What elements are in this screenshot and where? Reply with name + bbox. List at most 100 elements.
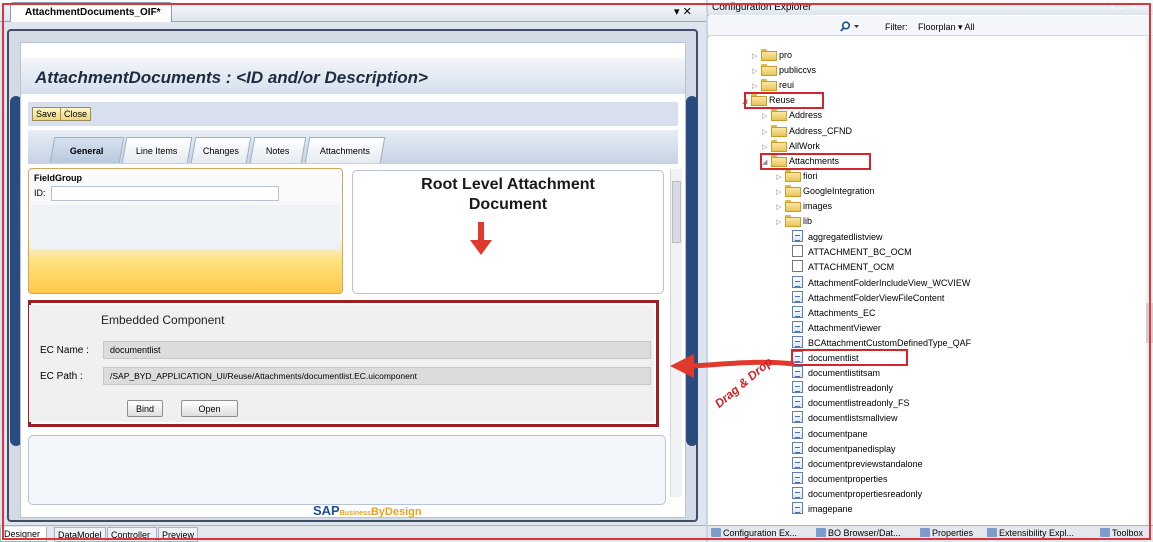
tab-label: Toolbox: [1112, 528, 1144, 538]
expand-icon[interactable]: ▷: [762, 128, 771, 136]
tree-item[interactable]: ATTACHMENT_BC_OCM: [792, 245, 912, 260]
canvas-scrollbar-thumb[interactable]: [672, 181, 681, 243]
folder-icon: [771, 124, 787, 137]
sap-logo-bydesign: ByDesign: [370, 506, 422, 518]
folder-icon: [785, 184, 801, 197]
drag-arrow-icon: [670, 354, 795, 378]
tab-preview[interactable]: Preview: [158, 527, 198, 542]
expand-icon[interactable]: ▷: [776, 203, 785, 211]
tree-item[interactable]: documentlistitsam: [792, 366, 880, 381]
file-icon: [792, 471, 803, 484]
tree-item[interactable]: documentpropertiesreadonly: [792, 486, 922, 502]
tab-label: BO Browser/Dat...: [828, 528, 901, 538]
tab-general[interactable]: General: [49, 137, 125, 163]
expand-icon[interactable]: ▷: [762, 112, 771, 120]
tree-item[interactable]: documentlistreadonly: [792, 381, 893, 396]
explorer-scrollbar[interactable]: [1146, 37, 1153, 525]
ec-name-field[interactable]: documentlist: [103, 341, 651, 359]
explorer-tree: ▷ pro ▷ publiccvs ▷ reui ◢ Reuse ▷ Address ▷ Addres…: [708, 37, 1146, 525]
expand-icon[interactable]: ▷: [776, 173, 785, 181]
explorer-icon: [711, 528, 721, 537]
save-button[interactable]: Save: [32, 107, 61, 121]
tree-item[interactable]: ▷ lib: [776, 215, 812, 230]
tree-item[interactable]: documentproperties: [792, 471, 888, 487]
file-icon: [792, 441, 803, 454]
search-icon[interactable]: [840, 21, 860, 32]
tab-bo-browser[interactable]: BO Browser/Dat...: [816, 528, 901, 538]
file-icon: [792, 426, 803, 439]
file-icon: [792, 245, 803, 258]
tab-properties[interactable]: Properties: [920, 528, 973, 538]
file-icon: [792, 290, 803, 303]
tree-item[interactable]: documentpanedisplay: [792, 441, 896, 457]
tree-item[interactable]: ▷ images: [776, 200, 832, 215]
bind-button[interactable]: Bind: [127, 400, 163, 417]
tree-item-label: aggregatedlistview: [808, 232, 883, 243]
tree-item[interactable]: AttachmentFolderIncludeView_WCVIEW: [792, 275, 970, 291]
folder-icon: [761, 79, 777, 92]
tree-item[interactable]: AttachmentViewer: [792, 320, 881, 336]
tree-item-label: pro: [779, 50, 793, 60]
expand-icon[interactable]: ▷: [752, 67, 761, 75]
tree-item[interactable]: documentlistreadonly_FS: [792, 396, 910, 411]
fieldgroup-panel[interactable]: FieldGroup ID:: [28, 168, 343, 294]
expand-icon[interactable]: ▷: [776, 188, 785, 196]
ec-path-field[interactable]: /SAP_BYD_APPLICATION_UI/Reuse/Attachment…: [103, 367, 651, 385]
id-input[interactable]: [51, 186, 279, 201]
tree-item-label: fiori: [803, 170, 818, 181]
tree-item[interactable]: ▷ publiccvs: [752, 64, 816, 79]
tree-item[interactable]: Attachments_EC: [792, 305, 876, 321]
tab-toolbox[interactable]: Toolbox: [1100, 528, 1143, 538]
tree-item[interactable]: imagepane: [792, 502, 853, 517]
ec-path-label: EC Path :: [40, 371, 83, 382]
highlight-box: [791, 349, 908, 366]
explorer-scrollbar-thumb[interactable]: [1146, 303, 1153, 343]
tree-item[interactable]: documentpane: [792, 426, 868, 442]
expand-icon[interactable]: ▷: [752, 52, 761, 60]
tab-notes[interactable]: Notes: [249, 137, 307, 163]
tree-item[interactable]: ▷ fiori: [776, 169, 818, 185]
filter-dropdown[interactable]: Floorplan ▾ All: [918, 22, 975, 33]
file-icon: [792, 411, 803, 424]
tree-item[interactable]: AttachmentFolderViewFileContent: [792, 290, 945, 306]
tree-item-label: documentlistreadonly: [808, 383, 894, 394]
file-icon: [792, 502, 803, 514]
pin-icon[interactable]: ▾ ⊥ ✕: [1110, 1, 1138, 12]
properties-icon: [920, 528, 930, 537]
tab-designer[interactable]: Designer: [0, 527, 47, 542]
expand-icon[interactable]: ▷: [776, 218, 785, 226]
document-tab[interactable]: AttachmentDocuments_OIF*: [10, 2, 172, 22]
tab-label: Extensibility Expl...: [999, 528, 1075, 538]
tree-item[interactable]: documentlistsmallview: [792, 411, 898, 426]
tab-line-items[interactable]: Line Items: [121, 137, 193, 163]
tree-item[interactable]: aggregatedlistview: [792, 230, 883, 245]
tree-item-label: AllWork: [789, 140, 820, 151]
tree-item[interactable]: documentpreviewstandalone: [792, 456, 923, 472]
tree-item[interactable]: ATTACHMENT_OCM: [792, 260, 894, 275]
tab-configuration-explorer[interactable]: Configuration Ex...: [711, 528, 797, 538]
close-button[interactable]: Close: [60, 107, 92, 121]
tab-datamodel[interactable]: DataModel: [54, 527, 106, 542]
explorer-title: Configuration Explorer: [708, 0, 1153, 15]
tree-item[interactable]: ▷ pro: [752, 49, 792, 64]
tab-controller[interactable]: Controller: [107, 527, 157, 542]
tree-item-label: AttachmentFolderViewFileContent: [808, 292, 945, 303]
folder-icon: [761, 49, 777, 61]
tree-item[interactable]: ▷ GoogleIntegration: [776, 184, 875, 200]
tree-item-label: publiccvs: [779, 65, 817, 76]
tab-attachments[interactable]: Attachments: [304, 137, 386, 163]
tab-extensibility-explorer[interactable]: Extensibility Expl...: [987, 528, 1074, 538]
tree-item[interactable]: ▷ Address_CFND: [762, 124, 852, 140]
id-label: ID:: [34, 188, 46, 198]
bottom-panel[interactable]: [28, 435, 666, 505]
expand-icon[interactable]: ▷: [752, 82, 761, 90]
tab-changes[interactable]: Changes: [190, 137, 252, 163]
tree-item-label: documentpreviewstandalone: [808, 458, 923, 469]
toolbar: Save Close: [28, 102, 678, 126]
tree-item[interactable]: ▷ Address: [762, 109, 822, 124]
open-button[interactable]: Open: [181, 400, 238, 417]
document-tab-close-icon[interactable]: ▾ ✕: [674, 5, 692, 18]
tree-item-label: ATTACHMENT_OCM: [808, 262, 895, 273]
floorplan-canvas: AttachmentDocuments : <ID and/or Descrip…: [20, 42, 686, 518]
expand-icon[interactable]: ▷: [762, 143, 771, 151]
